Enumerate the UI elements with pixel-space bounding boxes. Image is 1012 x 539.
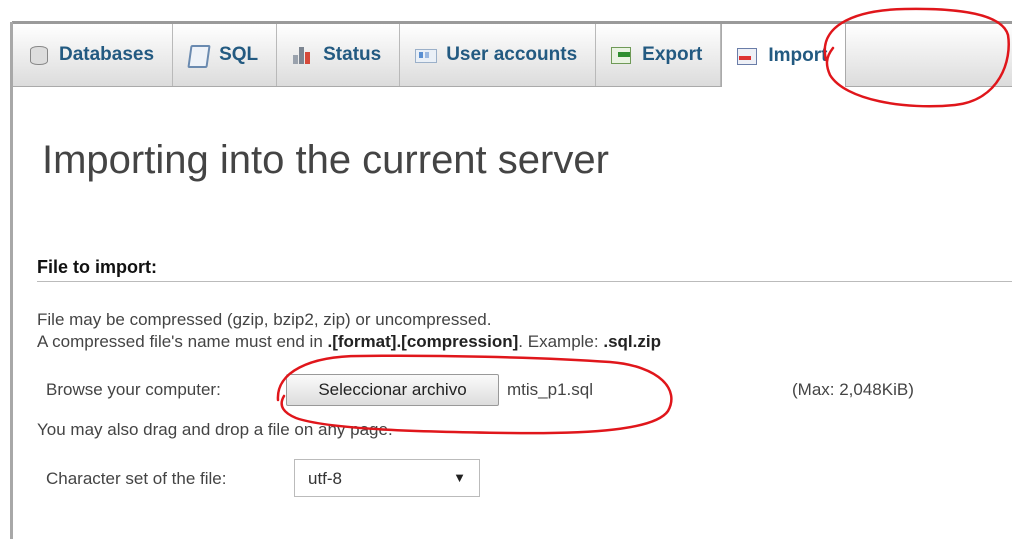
server-tabs: Databases SQL Status User accounts Expor… xyxy=(13,24,1012,87)
section-divider xyxy=(37,281,1012,282)
tab-label: SQL xyxy=(219,44,259,65)
tab-label: Import xyxy=(768,44,828,66)
status-icon xyxy=(291,45,313,65)
tab-label: Databases xyxy=(59,44,155,65)
tab-label: User accounts xyxy=(446,44,578,65)
filename-example: .sql.zip xyxy=(603,332,661,351)
charset-label: Character set of the file: xyxy=(46,469,227,488)
choose-file-button[interactable]: Seleccionar archivo xyxy=(286,374,499,406)
tab-label: Export xyxy=(642,44,703,65)
page-title: Importing into the current server xyxy=(42,138,609,182)
filename-note: A compressed file's name must end in .[f… xyxy=(37,332,661,352)
selected-file-name: mtis_p1.sql xyxy=(507,380,593,399)
user-accounts-icon xyxy=(414,45,438,65)
left-border xyxy=(10,22,13,539)
charset-select[interactable]: utf-8 ▼ xyxy=(294,459,480,497)
export-icon xyxy=(610,45,632,65)
tab-databases[interactable]: Databases xyxy=(13,24,174,86)
database-icon xyxy=(27,45,49,65)
chevron-down-icon: ▼ xyxy=(453,470,466,485)
compression-note: File may be compressed (gzip, bzip2, zip… xyxy=(37,310,492,329)
drag-drop-note: You may also drag and drop a file on any… xyxy=(37,420,393,439)
filename-format: .[format].[compression] xyxy=(327,332,519,351)
max-upload-size: (Max: 2,048KiB) xyxy=(792,380,914,399)
tab-sql[interactable]: SQL xyxy=(173,24,278,86)
tab-label: Status xyxy=(323,44,382,65)
tab-status[interactable]: Status xyxy=(277,24,401,86)
tab-user-accounts[interactable]: User accounts xyxy=(400,24,597,86)
section-title-file-to-import: File to import: xyxy=(37,257,157,277)
import-icon xyxy=(736,46,758,66)
filename-note-example-prefix: . Example: xyxy=(518,332,604,351)
charset-value: utf-8 xyxy=(308,469,343,488)
sql-icon xyxy=(187,45,211,68)
browse-label: Browse your computer: xyxy=(46,380,221,399)
tab-import[interactable]: Import xyxy=(721,24,847,87)
filename-note-prefix: A compressed file's name must end in xyxy=(37,332,328,351)
tab-export[interactable]: Export xyxy=(596,24,722,86)
top-margin xyxy=(0,0,1012,22)
